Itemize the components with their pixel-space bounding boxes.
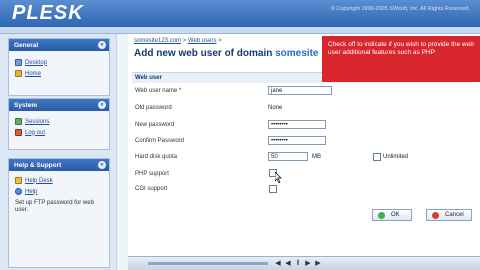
cgi-label: CGI support [135,186,168,192]
old-password-label: Old password [135,105,172,111]
sidebar: General « Desktop Home System « Sessions… [0,34,116,270]
copyright-text: © Copyright 1999-2005 SWsoft, Inc. All R… [330,6,470,12]
sidebar-item-logout[interactable]: Log out [9,127,109,138]
header-strip [0,27,480,34]
php-label: PHP support [135,171,169,177]
helpdesk-icon [15,177,22,184]
breadcrumb: somesite123.com > Web users > [134,38,222,44]
header-bar: PLESK © Copyright 1999-2005 SWsoft, Inc.… [0,0,480,27]
username-label: Web user name * [135,88,182,94]
cgi-row: CGI support [132,183,472,196]
help-panel-title: Help & Support [14,162,62,169]
rewind-icon[interactable]: ◀ [274,260,282,268]
sidebar-item-label: Desktop [25,59,48,66]
play-icon[interactable]: ▶ [304,260,312,268]
cancel-icon [432,211,439,219]
ok-button[interactable]: OK [372,209,412,221]
username-row: Web user name * jane [132,85,472,98]
php-row: PHP support [132,168,472,183]
page-title-domain: somesite [275,48,319,59]
sidebar-scrollbar[interactable] [116,34,128,270]
sidebar-item-desktop[interactable]: Desktop [9,57,109,68]
general-panel-title: General [14,42,39,49]
general-panel-header[interactable]: General « [9,39,109,51]
mouse-pointer-icon [275,172,282,183]
sidebar-item-home[interactable]: Home [9,68,109,79]
breadcrumb-web-users[interactable]: Web users [188,38,217,44]
forward-icon[interactable]: ▶ [314,260,322,268]
instruction-tooltip: Check off to indicate if you wish to pro… [322,36,480,82]
collapse-icon[interactable]: « [98,101,106,109]
new-password-label: New password [135,122,175,128]
tooltip-text: Check off to indicate if you wish to pro… [328,41,474,56]
old-password-value: None [268,105,283,111]
breadcrumb-separator: > [218,38,222,44]
confirm-password-row: Confirm Password •••••••• [132,135,472,148]
quota-row: Hard disk quota 50 MB Unlimited [132,151,472,164]
page-title-text: Add new web user of domain [134,48,276,59]
cancel-button-label: Cancel [445,212,464,218]
web-user-form: Web user Web user name * jane Old passwo… [132,72,472,222]
sidebar-item-helpdesk[interactable]: Help Desk [9,175,109,186]
sidebar-item-label: Home [25,70,42,77]
sidebar-item-label: Log out [25,129,46,136]
help-panel: Help & Support « Help Desk Help Set up F… [8,158,110,268]
collapse-icon[interactable]: « [98,41,106,49]
system-panel-title: System [14,102,38,109]
quota-label: Hard disk quota [135,154,178,160]
new-password-row: New password •••••••• [132,119,472,132]
old-password-row: Old password None [132,102,472,115]
sidebar-item-sessions[interactable]: Sessions [9,116,109,127]
help-icon [15,188,22,195]
page-title: Add new web user of domain somesite [134,48,318,59]
video-progress-track[interactable] [148,262,268,265]
cancel-button[interactable]: Cancel [426,209,472,221]
sessions-icon [15,118,22,125]
breadcrumb-domain[interactable]: somesite123.com [134,38,181,44]
cgi-checkbox[interactable] [269,185,277,193]
breadcrumb-separator: > [182,38,187,44]
prev-icon[interactable]: ◀ [284,260,292,268]
ok-button-label: OK [391,212,400,218]
sidebar-item-label: Help [25,188,38,195]
sidebar-item-help[interactable]: Help [9,186,109,197]
pause-icon[interactable]: ‖ [294,260,302,268]
logout-icon [15,129,22,136]
general-panel: General « Desktop Home [8,38,110,96]
confirm-password-label: Confirm Password [135,138,185,144]
system-panel-header[interactable]: System « [9,99,109,111]
quota-input[interactable]: 50 [268,152,308,161]
new-password-input[interactable]: •••••••• [268,120,326,129]
check-icon [378,211,385,219]
username-input[interactable]: jane [268,86,332,95]
plesk-logo: PLESK [12,2,84,24]
home-icon [15,70,22,77]
collapse-icon[interactable]: « [98,161,106,169]
sidebar-item-label: Sessions [25,118,50,125]
quota-unit: MB [312,154,321,160]
sidebar-item-label: Help Desk [25,177,53,184]
system-panel: System « Sessions Log out [8,98,110,150]
confirm-password-input[interactable]: •••••••• [268,136,326,145]
help-panel-header[interactable]: Help & Support « [9,159,109,171]
help-note: Set up FTP password for web user. [15,200,94,213]
unlimited-label: Unlimited [383,154,409,160]
desktop-icon [15,59,22,66]
unlimited-checkbox[interactable] [373,153,381,161]
video-controls: ◀ ◀ ‖ ▶ ▶ [128,256,480,270]
